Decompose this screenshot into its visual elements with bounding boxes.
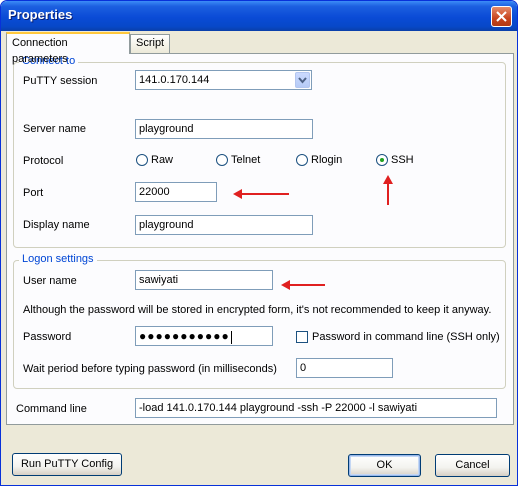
- checkbox-box: [296, 331, 308, 343]
- protocol-raw-radio[interactable]: Raw: [136, 154, 173, 166]
- protocol-rlogin-radio[interactable]: Rlogin: [296, 154, 342, 166]
- protocol-ssh-radio[interactable]: SSH: [376, 154, 414, 166]
- protocol-raw-label: Raw: [151, 154, 174, 166]
- port-field[interactable]: 22000: [135, 182, 217, 202]
- password-in-command-line-checkbox[interactable]: Password in command line (SSH only): [296, 331, 500, 343]
- close-button[interactable]: [491, 6, 512, 27]
- text-caret: [230, 330, 232, 344]
- tab-connection-parameters[interactable]: Connection parameters: [6, 32, 130, 65]
- password-label: Password: [23, 331, 72, 343]
- display-name-field[interactable]: playground: [135, 215, 313, 235]
- annotation-arrow-port: [233, 189, 289, 199]
- window-title: Properties: [8, 7, 73, 22]
- cancel-button[interactable]: Cancel: [435, 454, 510, 477]
- user-name-field[interactable]: sawiyati: [135, 270, 273, 290]
- wait-period-field[interactable]: 0: [296, 358, 393, 378]
- wait-period-label: Wait period before typing password (in m…: [23, 363, 277, 375]
- radio-circle: [216, 154, 228, 166]
- protocol-label: Protocol: [23, 155, 64, 167]
- radio-circle: [296, 154, 308, 166]
- command-line-field[interactable]: -load 141.0.170.144 playground -ssh -P 2…: [135, 398, 497, 418]
- putty-session-value: 141.0.170.144: [139, 74, 210, 86]
- annotation-arrow-username: [281, 280, 325, 290]
- radio-circle-selected: [376, 154, 388, 166]
- protocol-telnet-radio[interactable]: Telnet: [216, 154, 260, 166]
- chevron-down-icon: [298, 77, 307, 84]
- password-mask: ●●●●●●●●●●●: [139, 329, 230, 343]
- protocol-ssh-label: SSH: [391, 154, 414, 166]
- port-label: Port: [23, 187, 44, 199]
- password-field[interactable]: ●●●●●●●●●●●: [135, 326, 273, 346]
- server-name-label: Server name: [23, 123, 86, 135]
- properties-dialog: Properties Connection parameters Script …: [0, 0, 518, 486]
- radio-circle: [136, 154, 148, 166]
- password-warning-text: Although the password will be stored in …: [23, 304, 492, 316]
- putty-session-label: PuTTY session: [23, 75, 98, 87]
- title-bar[interactable]: Properties: [1, 1, 517, 31]
- logon-settings-legend: Logon settings: [19, 253, 97, 265]
- server-name-field[interactable]: playground: [135, 119, 313, 139]
- display-name-label: Display name: [23, 219, 90, 231]
- putty-session-combo[interactable]: 141.0.170.144: [135, 70, 312, 90]
- protocol-telnet-label: Telnet: [231, 154, 261, 166]
- ok-button[interactable]: OK: [348, 454, 421, 477]
- user-name-label: User name: [23, 275, 77, 287]
- password-in-command-line-label: Password in command line (SSH only): [312, 331, 500, 343]
- protocol-rlogin-label: Rlogin: [311, 154, 343, 166]
- annotation-arrow-ssh: [383, 175, 393, 205]
- tab-script[interactable]: Script: [130, 34, 170, 53]
- close-icon: [496, 11, 507, 22]
- command-line-label: Command line: [16, 403, 87, 415]
- radio-selected-dot: [380, 158, 384, 162]
- run-putty-config-button[interactable]: Run PuTTY Config: [12, 453, 122, 476]
- tab-panel: Connect to PuTTY session 141.0.170.144 S…: [6, 53, 514, 425]
- putty-session-dropdown-button[interactable]: [295, 72, 310, 88]
